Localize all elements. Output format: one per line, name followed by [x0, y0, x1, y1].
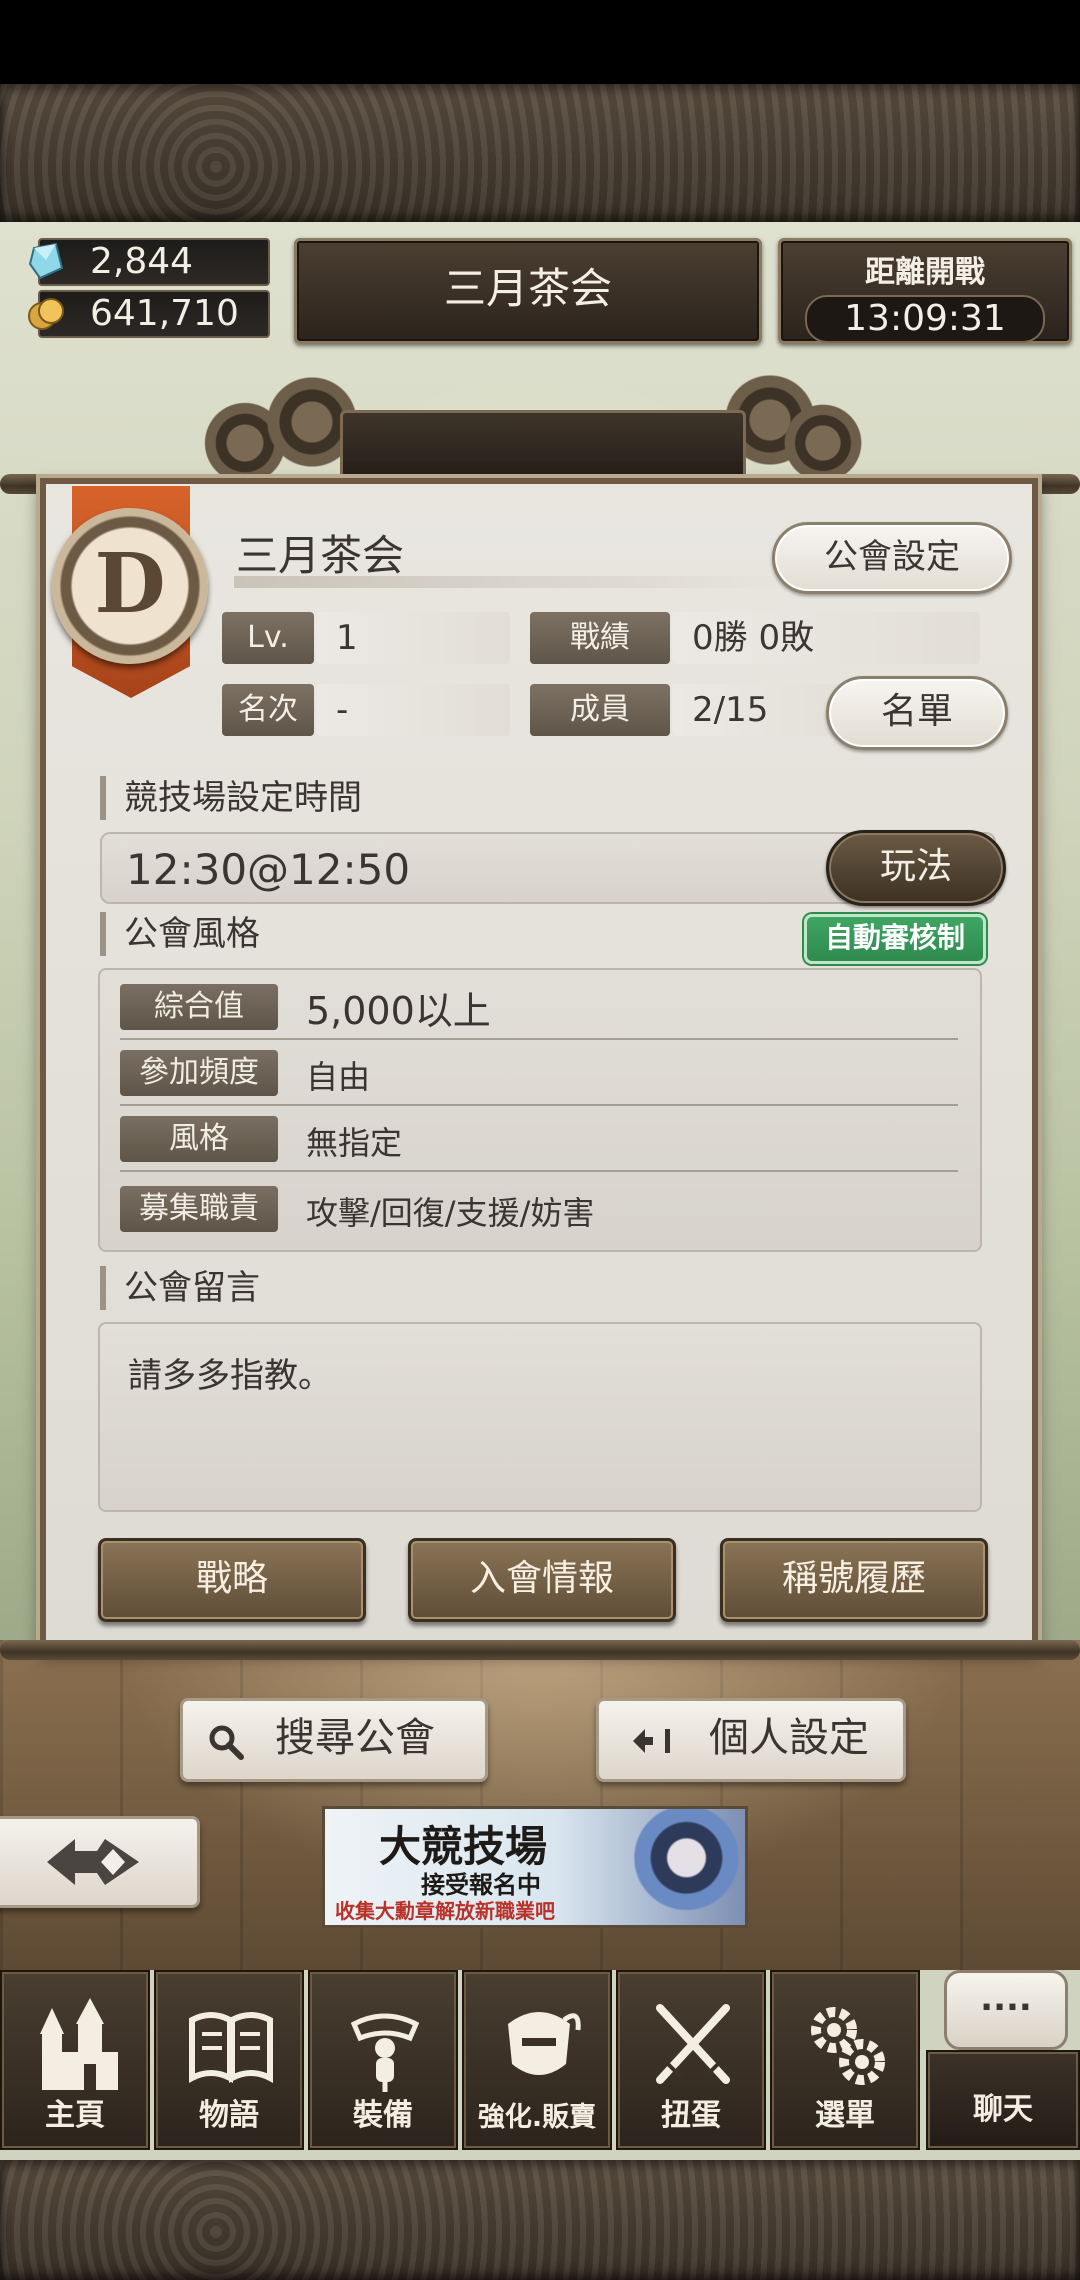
- nav-chat-label: 聊天: [973, 2092, 1033, 2127]
- level-value: 1: [316, 612, 510, 664]
- nav-equipment-label: 裝備: [353, 2098, 413, 2133]
- nav-gacha-label: 扭蛋: [661, 2098, 721, 2133]
- message-text: 請多多指教。: [128, 1356, 332, 1396]
- rules-button[interactable]: 玩法: [826, 830, 1006, 906]
- countdown-time: 13:09:31: [805, 295, 1045, 343]
- book-icon: [189, 2012, 273, 2083]
- ranking-label: 名次: [222, 684, 314, 736]
- arena-section-title: 競技場設定時間: [100, 776, 362, 820]
- style-section-title: 公會風格: [100, 912, 260, 956]
- nav-menu[interactable]: 選單: [770, 1970, 920, 2150]
- row-divider: [120, 1038, 958, 1040]
- nav-menu-label: 選單: [815, 2098, 875, 2133]
- header-guild-name[interactable]: 三月茶会: [294, 238, 762, 344]
- nav-enhance-sell[interactable]: 強化.販賣: [462, 1970, 612, 2150]
- banner-tagline: 收集大勳章解放新職業吧: [335, 1899, 555, 1923]
- style-row-value: 5,000以上: [306, 989, 491, 1033]
- arena-event-banner[interactable]: 大競技場 接受報名中 收集大勳章解放新職業吧: [322, 1806, 748, 1928]
- panel-bottom-rod: [0, 1640, 1080, 1660]
- ranking-value: -: [316, 684, 510, 736]
- name-underline: [234, 576, 794, 588]
- message-box: 請多多指教。: [98, 1322, 982, 1512]
- rank-emblem: D: [52, 508, 208, 664]
- strategy-button[interactable]: 戰略: [98, 1538, 366, 1622]
- gold-count: 641,710: [90, 293, 239, 334]
- castle-icon: [40, 1998, 118, 2090]
- join-info-button[interactable]: 入會情報: [408, 1538, 676, 1622]
- rank-letter: D: [94, 536, 166, 632]
- title-history-button[interactable]: 稱號履歷: [720, 1538, 988, 1622]
- style-row-label: 參加頻度: [120, 1050, 278, 1096]
- row-divider: [120, 1104, 958, 1106]
- nav-equipment[interactable]: 裝備: [308, 1970, 458, 2150]
- top-ornament: [0, 84, 1080, 222]
- personal-settings-button[interactable]: 個人設定: [596, 1698, 906, 1782]
- arena-time-value: 12:30@12:50: [126, 845, 411, 894]
- helmet-icon: [508, 2012, 581, 2075]
- row-divider: [120, 1170, 958, 1172]
- record-label: 戰績: [530, 612, 670, 664]
- bottom-ornament: [0, 2160, 1080, 2280]
- gold-counter: 641,710: [28, 290, 270, 338]
- guild-name: 三月茶会: [236, 531, 405, 580]
- gears-icon: [811, 2007, 885, 2085]
- members-label: 成員: [530, 684, 670, 736]
- gem-counter: 2,844: [28, 238, 270, 286]
- nav-story-label: 物語: [199, 2098, 259, 2133]
- search-icon: [209, 1725, 244, 1760]
- guild-settings-button[interactable]: 公會設定: [772, 522, 1012, 594]
- gem-icon: [28, 242, 64, 280]
- style-row-value: 攻擊/回復/支援/妨害: [306, 1194, 595, 1232]
- style-row-label: 募集職責: [120, 1186, 278, 1232]
- style-row-label: 綜合值: [120, 984, 278, 1030]
- nav-home-label: 主頁: [45, 2098, 105, 2133]
- mannequin-icon: [350, 2013, 420, 2092]
- gem-count: 2,844: [90, 241, 194, 282]
- countdown-label: 距離開戰: [865, 255, 985, 290]
- crossed-swords-icon: [656, 2004, 730, 2084]
- search-guild-label: 搜尋公會: [275, 1715, 435, 1761]
- roster-button[interactable]: 名單: [826, 676, 1008, 750]
- nav-story[interactable]: 物語: [154, 1970, 304, 2150]
- status-bar: [0, 0, 1080, 84]
- personal-settings-label: 個人設定: [709, 1715, 869, 1761]
- back-button[interactable]: [0, 1816, 200, 1908]
- level-label: Lv.: [222, 612, 314, 664]
- enter-icon: [633, 1729, 670, 1753]
- style-row-value: 無指定: [306, 1124, 403, 1162]
- nav-enhance-sell-label: 強化.販賣: [477, 2102, 597, 2133]
- style-row-label: 風格: [120, 1116, 278, 1162]
- back-arrow-icon: [47, 1839, 139, 1885]
- coin-icon: [28, 298, 64, 330]
- banner-character-art: [615, 1809, 745, 1925]
- record-value: 0勝 0敗: [672, 612, 980, 664]
- chat-bubble-dots: ....: [980, 1979, 1032, 2019]
- auto-review-badge: 自動審核制: [804, 914, 986, 964]
- nav-chat[interactable]: 聊天: [926, 2050, 1080, 2150]
- message-section-title: 公會留言: [100, 1266, 260, 1310]
- chat-bubble-icon[interactable]: ....: [944, 1970, 1068, 2050]
- battle-countdown: 距離開戰 13:09:31: [778, 238, 1072, 344]
- nav-home[interactable]: 主頁: [0, 1970, 150, 2150]
- nav-gacha[interactable]: 扭蛋: [616, 1970, 766, 2150]
- style-row-value: 自由: [306, 1058, 371, 1096]
- search-guild-button[interactable]: 搜尋公會: [180, 1698, 488, 1782]
